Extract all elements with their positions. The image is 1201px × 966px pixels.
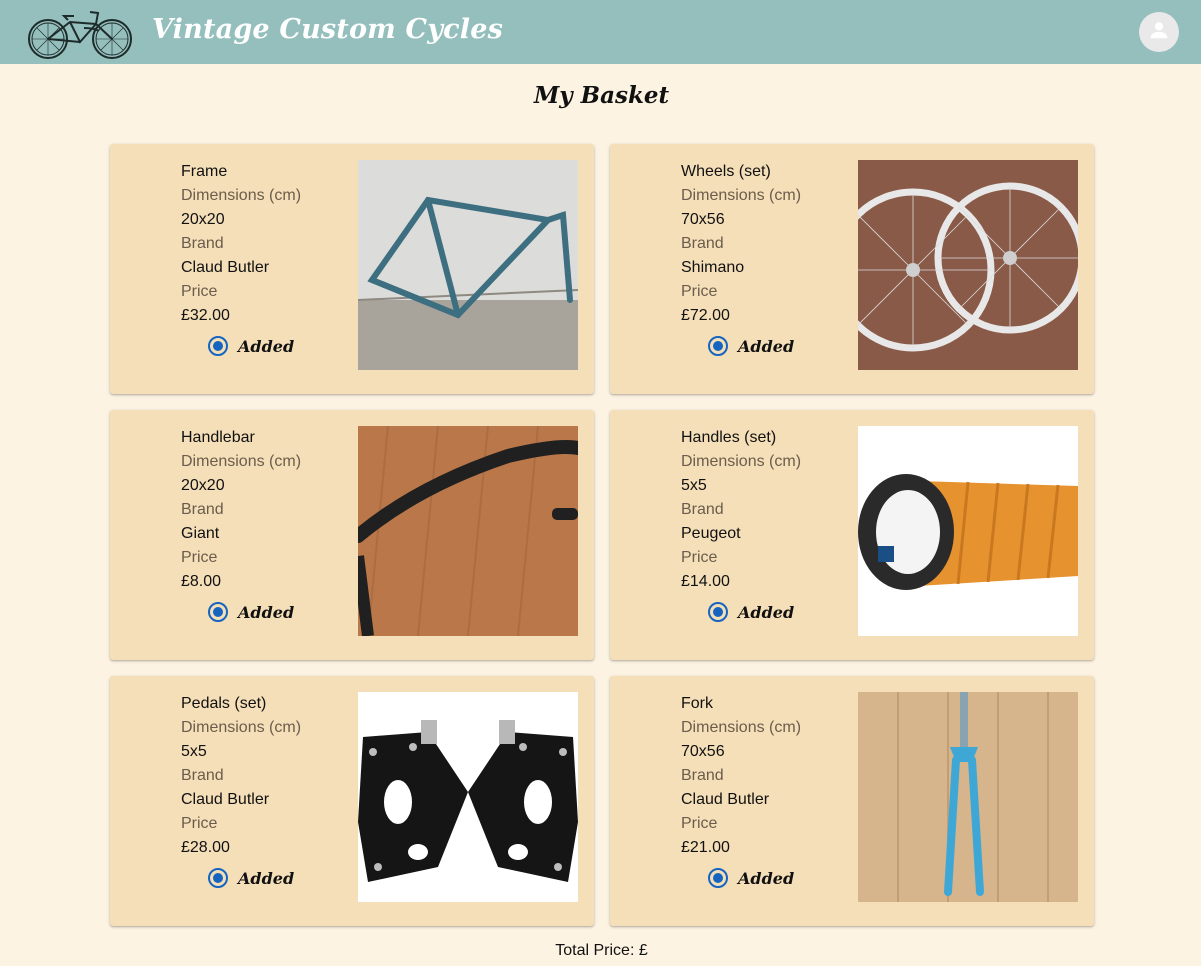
- wheels-image: [858, 160, 1078, 370]
- item-name: Handlebar: [181, 429, 255, 446]
- account-icon: [1148, 19, 1170, 46]
- item-dimensions: 5x5: [181, 743, 207, 760]
- frame-image: [358, 160, 578, 370]
- added-radio[interactable]: Added: [708, 334, 794, 358]
- radio-checked-icon[interactable]: [708, 602, 728, 622]
- bicycle-icon[interactable]: [24, 4, 136, 61]
- item-brand: Peugeot: [681, 525, 741, 542]
- item-price: £14.00: [681, 573, 730, 590]
- item-brand: Giant: [181, 525, 220, 542]
- item-price: £28.00: [181, 839, 230, 856]
- page-title: My Basket: [533, 82, 670, 109]
- added-label: Added: [238, 602, 295, 622]
- brand-label: Brand: [181, 501, 224, 518]
- basket-item-card: Wheels (set) Dimensions (cm) 70x56 Brand…: [610, 144, 1094, 394]
- dimensions-label: Dimensions (cm): [181, 453, 302, 470]
- added-radio[interactable]: Added: [708, 866, 794, 890]
- item-brand: Claud Butler: [181, 791, 270, 808]
- fork-image: [858, 692, 1078, 902]
- item-name: Wheels (set): [681, 163, 771, 180]
- account-button[interactable]: [1139, 12, 1179, 52]
- item-dimensions: 70x56: [681, 743, 725, 760]
- dimensions-label: Dimensions (cm): [181, 187, 302, 204]
- radio-checked-icon[interactable]: [208, 602, 228, 622]
- item-name: Pedals (set): [181, 695, 267, 712]
- pedals-image: [358, 692, 578, 902]
- dimensions-label: Dimensions (cm): [681, 187, 802, 204]
- added-label: Added: [738, 868, 795, 888]
- item-dimensions: 20x20: [181, 211, 225, 228]
- brand-label: Brand: [681, 767, 724, 784]
- brand-label: Brand: [681, 235, 724, 252]
- radio-checked-icon[interactable]: [708, 868, 728, 888]
- price-label: Price: [681, 815, 718, 832]
- added-radio[interactable]: Added: [708, 600, 794, 624]
- radio-checked-icon[interactable]: [208, 868, 228, 888]
- radio-checked-icon[interactable]: [708, 336, 728, 356]
- handlebar-image: [358, 426, 578, 636]
- added-label: Added: [738, 602, 795, 622]
- item-dimensions: 20x20: [181, 477, 225, 494]
- added-label: Added: [238, 336, 295, 356]
- dimensions-label: Dimensions (cm): [181, 719, 302, 736]
- item-name: Frame: [181, 163, 228, 180]
- added-radio[interactable]: Added: [208, 866, 294, 890]
- basket-item-card: Handlebar Dimensions (cm) 20x20 Brand Gi…: [110, 410, 594, 660]
- price-label: Price: [681, 283, 718, 300]
- added-label: Added: [738, 336, 795, 356]
- brand-label: Brand: [681, 501, 724, 518]
- item-price: £8.00: [181, 573, 222, 590]
- added-label: Added: [238, 868, 295, 888]
- basket-item-card: Frame Dimensions (cm) 20x20 Brand Claud …: [110, 144, 594, 394]
- added-radio[interactable]: Added: [208, 600, 294, 624]
- dimensions-label: Dimensions (cm): [681, 453, 802, 470]
- added-radio[interactable]: Added: [208, 334, 294, 358]
- basket-item-card: Handles (set) Dimensions (cm) 5x5 Brand …: [610, 410, 1094, 660]
- handles-image: [858, 426, 1078, 636]
- app-bar: Vintage Custom Cycles: [0, 0, 1201, 64]
- item-brand: Shimano: [681, 259, 745, 276]
- price-label: Price: [681, 549, 718, 566]
- item-price: £21.00: [681, 839, 730, 856]
- brand-label: Brand: [181, 767, 224, 784]
- price-label: Price: [181, 815, 218, 832]
- item-brand: Claud Butler: [181, 259, 270, 276]
- price-label: Price: [181, 283, 218, 300]
- item-price: £72.00: [681, 307, 730, 324]
- item-name: Fork: [681, 695, 713, 712]
- radio-checked-icon[interactable]: [208, 336, 228, 356]
- basket-page: My Basket Frame Dimensions (cm) 20x20 Br…: [2, 64, 1201, 966]
- basket-item-card: Fork Dimensions (cm) 70x56 Brand Claud B…: [610, 676, 1094, 926]
- basket-item-card: Pedals (set) Dimensions (cm) 5x5 Brand C…: [110, 676, 594, 926]
- item-brand: Claud Butler: [681, 791, 770, 808]
- item-dimensions: 70x56: [681, 211, 725, 228]
- dimensions-label: Dimensions (cm): [681, 719, 802, 736]
- item-dimensions: 5x5: [681, 477, 707, 494]
- price-label: Price: [181, 549, 218, 566]
- total-price: Total Price: £: [555, 942, 648, 959]
- app-title[interactable]: Vintage Custom Cycles: [152, 14, 503, 45]
- brand-label: Brand: [181, 235, 224, 252]
- item-price: £32.00: [181, 307, 230, 324]
- item-name: Handles (set): [681, 429, 777, 446]
